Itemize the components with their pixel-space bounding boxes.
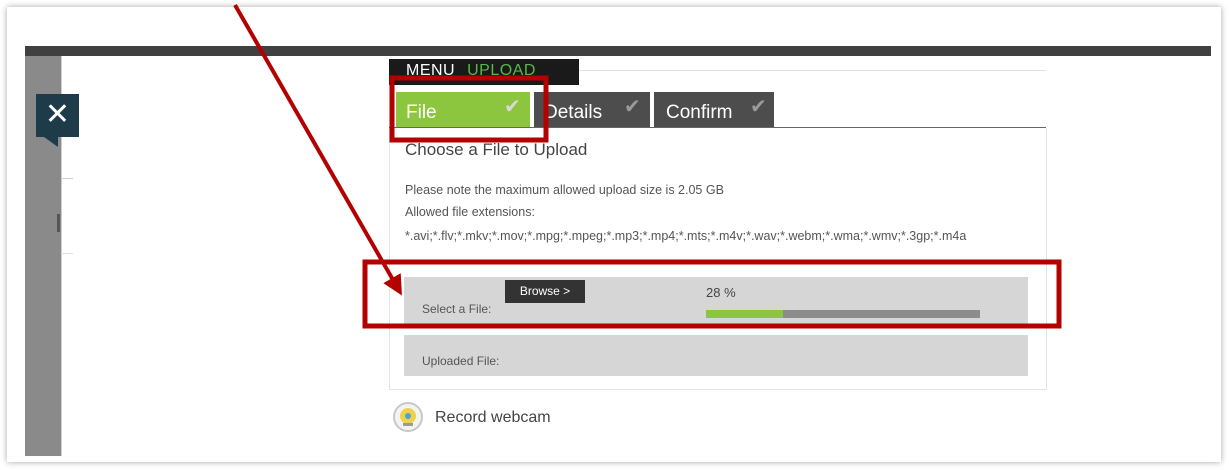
rail-separator — [61, 253, 73, 254]
rail-separator — [61, 178, 73, 179]
tab-details[interactable]: Details ✔ — [534, 92, 650, 128]
progress-bar — [706, 310, 980, 318]
webcam-icon[interactable] — [393, 402, 423, 432]
upload-label[interactable]: UPLOAD — [467, 62, 536, 79]
tab-details-label: Details — [544, 102, 603, 123]
tab-confirm[interactable]: Confirm ✔ — [654, 92, 774, 128]
file-select-row: Select a File: Browse > 28 % — [404, 277, 1028, 327]
extensions-label: Allowed file extensions: — [405, 205, 535, 219]
progress-fill — [706, 310, 783, 318]
menu-label[interactable]: MENU — [406, 62, 455, 79]
menu-divider — [579, 70, 1046, 71]
check-icon: ✔ — [504, 96, 521, 118]
tab-file-label: File — [406, 102, 437, 123]
check-icon: ✔ — [624, 96, 641, 118]
progress-percent: 28 % — [706, 285, 736, 300]
webcam-lens-center — [405, 413, 411, 419]
size-note: Please note the maximum allowed upload s… — [405, 183, 724, 197]
tab-confirm-label: Confirm — [666, 102, 733, 123]
close-icon: ✕ — [44, 98, 71, 131]
panel-title: Choose a File to Upload — [405, 140, 588, 159]
browse-button[interactable]: Browse > — [505, 280, 585, 303]
uploaded-file-row: Uploaded File: — [404, 335, 1028, 376]
close-button-tail — [44, 137, 58, 147]
close-button[interactable]: ✕ — [36, 94, 79, 137]
rail-marker — [57, 214, 60, 232]
top-dark-bar — [25, 46, 1211, 56]
extensions-list: *.avi;*.flv;*.mkv;*.mov;*.mpg;*.mpeg;*.m… — [405, 229, 967, 243]
webcam-stand — [403, 423, 413, 426]
uploaded-file-label: Uploaded File: — [422, 354, 500, 368]
check-icon: ✔ — [750, 96, 767, 118]
record-webcam-link[interactable]: Record webcam — [435, 409, 551, 427]
tab-file[interactable]: File ✔ — [396, 92, 530, 128]
select-file-label: Select a File: — [422, 302, 492, 316]
menu-bar: MENU UPLOAD — [389, 59, 579, 85]
